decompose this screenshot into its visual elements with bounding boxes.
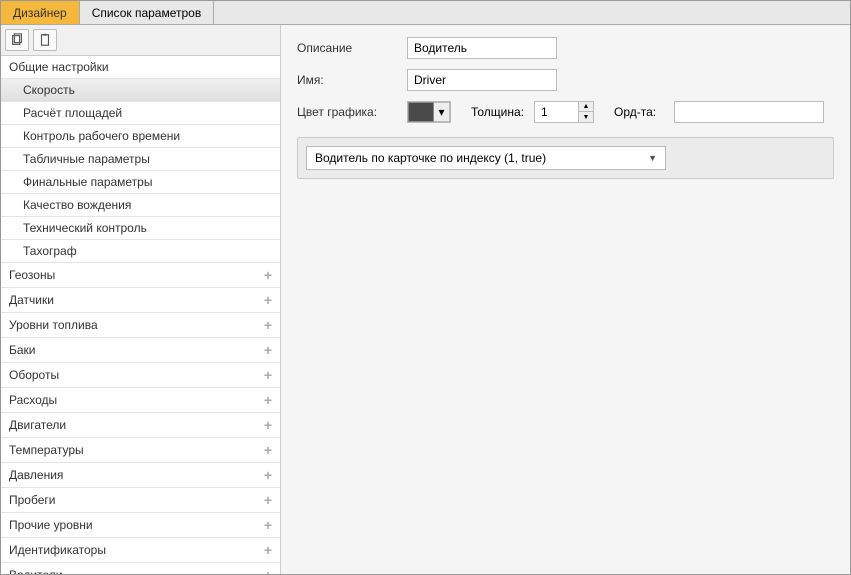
dropdown-panel: Водитель по карточке по индексу (1, true… xyxy=(297,137,834,179)
tab-params-list[interactable]: Список параметров xyxy=(80,1,215,24)
group-label: Пробеги xyxy=(9,493,55,507)
desc-input[interactable] xyxy=(407,37,557,59)
group-label: Баки xyxy=(9,343,36,357)
group-label: Общие настройки xyxy=(9,60,109,74)
function-dropdown[interactable]: Водитель по карточке по индексу (1, true… xyxy=(306,146,666,170)
plus-icon[interactable]: + xyxy=(264,542,272,558)
item-speed[interactable]: Скорость xyxy=(1,79,280,102)
name-input[interactable] xyxy=(407,69,557,91)
color-label: Цвет графика: xyxy=(297,105,397,119)
group-engines[interactable]: Двигатели + xyxy=(1,413,280,438)
color-dropdown-arrow[interactable]: ▾ xyxy=(434,102,450,122)
plus-icon[interactable]: + xyxy=(264,417,272,433)
thickness-label: Толщина: xyxy=(471,105,524,119)
sidebar-tree: Общие настройки Скорость Расчёт площадей… xyxy=(1,56,280,574)
group-label: Геозоны xyxy=(9,268,55,282)
plus-icon[interactable]: + xyxy=(264,567,272,574)
content-panel: Описание Имя: Цвет графика: ▾ Толщина: ▲… xyxy=(281,25,850,574)
tab-designer[interactable]: Дизайнер xyxy=(1,1,80,24)
plus-icon[interactable]: + xyxy=(264,392,272,408)
item-area-calc[interactable]: Расчёт площадей xyxy=(1,102,280,125)
chevron-down-icon: ▼ xyxy=(648,153,657,163)
plus-icon[interactable]: + xyxy=(264,442,272,458)
plus-icon[interactable]: + xyxy=(264,467,272,483)
thickness-input[interactable] xyxy=(534,101,579,123)
group-pressures[interactable]: Давления + xyxy=(1,463,280,488)
thickness-spinner: ▲ ▼ xyxy=(579,101,594,123)
sidebar-toolbar xyxy=(1,25,280,56)
copy-icon xyxy=(10,33,24,47)
group-label: Расходы xyxy=(9,393,57,407)
group-temperatures[interactable]: Температуры + xyxy=(1,438,280,463)
group-other-levels[interactable]: Прочие уровни + xyxy=(1,513,280,538)
color-swatch xyxy=(408,102,434,122)
group-geozones[interactable]: Геозоны + xyxy=(1,263,280,288)
group-label: Давления xyxy=(9,468,63,482)
group-label: Двигатели xyxy=(9,418,66,432)
item-tech-control[interactable]: Технический контроль xyxy=(1,217,280,240)
group-label: Уровни топлива xyxy=(9,318,98,332)
plus-icon[interactable]: + xyxy=(264,292,272,308)
ord-label: Орд-та: xyxy=(614,105,664,119)
group-drivers[interactable]: Водители + xyxy=(1,563,280,574)
group-fuel-levels[interactable]: Уровни топлива + xyxy=(1,313,280,338)
group-rpm[interactable]: Обороты + xyxy=(1,363,280,388)
item-driving-quality[interactable]: Качество вождения xyxy=(1,194,280,217)
group-label: Датчики xyxy=(9,293,54,307)
paste-icon xyxy=(38,33,52,47)
plus-icon[interactable]: + xyxy=(264,367,272,383)
group-label: Водители xyxy=(9,568,62,574)
group-mileage[interactable]: Пробеги + xyxy=(1,488,280,513)
item-tachograph[interactable]: Тахограф xyxy=(1,240,280,263)
desc-label: Описание xyxy=(297,41,397,55)
group-label: Температуры xyxy=(9,443,84,457)
item-table-params[interactable]: Табличные параметры xyxy=(1,148,280,171)
group-general[interactable]: Общие настройки xyxy=(1,56,280,79)
color-picker[interactable]: ▾ xyxy=(407,101,451,123)
paste-button[interactable] xyxy=(33,29,57,51)
group-label: Идентификаторы xyxy=(9,543,106,557)
item-worktime[interactable]: Контроль рабочего времени xyxy=(1,125,280,148)
group-consumption[interactable]: Расходы + xyxy=(1,388,280,413)
plus-icon[interactable]: + xyxy=(264,342,272,358)
group-label: Обороты xyxy=(9,368,59,382)
name-label: Имя: xyxy=(297,73,397,87)
dropdown-selected: Водитель по карточке по индексу (1, true… xyxy=(315,151,546,165)
group-label: Прочие уровни xyxy=(9,518,93,532)
copy-button[interactable] xyxy=(5,29,29,51)
plus-icon[interactable]: + xyxy=(264,517,272,533)
group-sensors[interactable]: Датчики + xyxy=(1,288,280,313)
group-identifiers[interactable]: Идентификаторы + xyxy=(1,538,280,563)
ord-input[interactable] xyxy=(674,101,824,123)
plus-icon[interactable]: + xyxy=(264,267,272,283)
plus-icon[interactable]: + xyxy=(264,317,272,333)
spinner-down[interactable]: ▼ xyxy=(579,112,593,122)
plus-icon[interactable]: + xyxy=(264,492,272,508)
sidebar: Общие настройки Скорость Расчёт площадей… xyxy=(1,25,281,574)
item-final-params[interactable]: Финальные параметры xyxy=(1,171,280,194)
group-tanks[interactable]: Баки + xyxy=(1,338,280,363)
spinner-up[interactable]: ▲ xyxy=(579,102,593,112)
